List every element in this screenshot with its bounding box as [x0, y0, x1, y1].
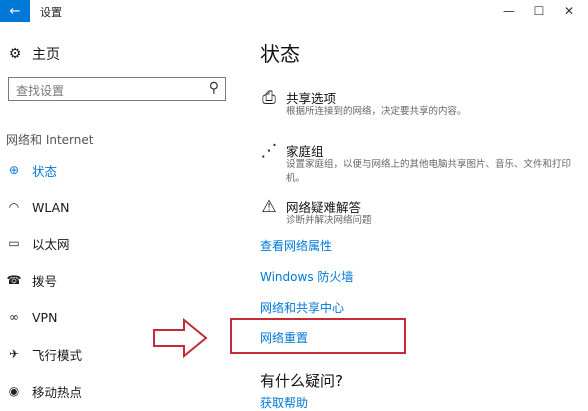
- option-desc: 根据所连接到的网络，决定要共享的内容。: [286, 106, 467, 117]
- sidebar-item-label: 状态: [32, 163, 58, 179]
- link-firewall[interactable]: Windows 防火墙: [260, 268, 353, 285]
- link-get-help[interactable]: 获取帮助: [260, 394, 308, 411]
- homegroup-icon: ⋰: [260, 141, 278, 161]
- dialup-icon: ☎: [6, 273, 22, 287]
- option-desc: 诊断并解决网络问题: [286, 215, 372, 226]
- close-button[interactable]: ✕: [554, 2, 584, 20]
- sidebar-item-ethernet[interactable]: ▭ 以太网: [6, 233, 70, 253]
- gear-icon: ⚙: [8, 46, 22, 62]
- home-label: 主页: [32, 47, 60, 63]
- sidebar-item-hotspot[interactable]: ◉ 移动热点: [6, 381, 82, 401]
- search-placeholder: 查找设置: [16, 84, 65, 98]
- search-icon: ⚲: [208, 80, 219, 96]
- maximize-icon: ☐: [533, 4, 545, 18]
- sidebar-item-label: VPN: [32, 309, 58, 325]
- sidebar-item-dialup[interactable]: ☎ 拨号: [6, 270, 58, 290]
- minimize-icon: —: [503, 4, 515, 18]
- close-icon: ✕: [563, 4, 575, 18]
- airplane-icon: ✈: [8, 347, 20, 361]
- title-bar: ← 设置 — ☐ ✕: [0, 0, 588, 22]
- sidebar-item-wlan[interactable]: ◠ WLAN: [6, 197, 70, 217]
- sidebar-home[interactable]: ⚙ 主页: [6, 44, 60, 64]
- back-arrow-icon: ←: [9, 3, 21, 19]
- status-globe-icon: ⊕: [8, 163, 20, 177]
- window-title: 设置: [40, 6, 62, 19]
- ethernet-icon: ▭: [8, 236, 20, 250]
- hotspot-icon: ◉: [8, 384, 20, 398]
- maximize-button[interactable]: ☐: [524, 2, 554, 20]
- sidebar-item-airplane[interactable]: ✈ 飞行模式: [6, 344, 82, 364]
- sidebar-item-label: WLAN: [32, 199, 70, 215]
- sidebar-item-label: 飞行模式: [32, 347, 83, 363]
- help-title: 有什么疑问?: [260, 372, 343, 390]
- page-title: 状态: [260, 42, 300, 66]
- warning-icon: ⚠: [261, 197, 277, 217]
- minimize-button[interactable]: —: [494, 2, 524, 20]
- option-desc: 设置家庭组，以便与网络上的其他电脑共享图片、音乐、文件和打印机。: [286, 159, 572, 184]
- sharing-printer-icon: ⎙: [262, 88, 276, 108]
- wifi-icon: ◠: [8, 200, 20, 214]
- pointer-arrow-icon: [153, 318, 208, 358]
- vpn-icon: ∞: [9, 310, 19, 324]
- highlight-box: [230, 318, 406, 354]
- link-network-properties[interactable]: 查看网络属性: [260, 237, 332, 254]
- sidebar-item-status[interactable]: ⊕ 状态: [6, 160, 57, 180]
- sidebar-item-label: 移动热点: [32, 384, 83, 400]
- link-sharing-center[interactable]: 网络和共享中心: [260, 299, 344, 316]
- sidebar-item-vpn[interactable]: ∞ VPN: [6, 307, 57, 327]
- section-title: 网络和 Internet: [6, 133, 94, 147]
- sidebar-item-label: 拨号: [32, 273, 58, 289]
- search-input[interactable]: 查找设置 ⚲: [8, 77, 226, 101]
- sidebar-item-label: 以太网: [32, 236, 70, 252]
- back-button[interactable]: ←: [0, 0, 30, 22]
